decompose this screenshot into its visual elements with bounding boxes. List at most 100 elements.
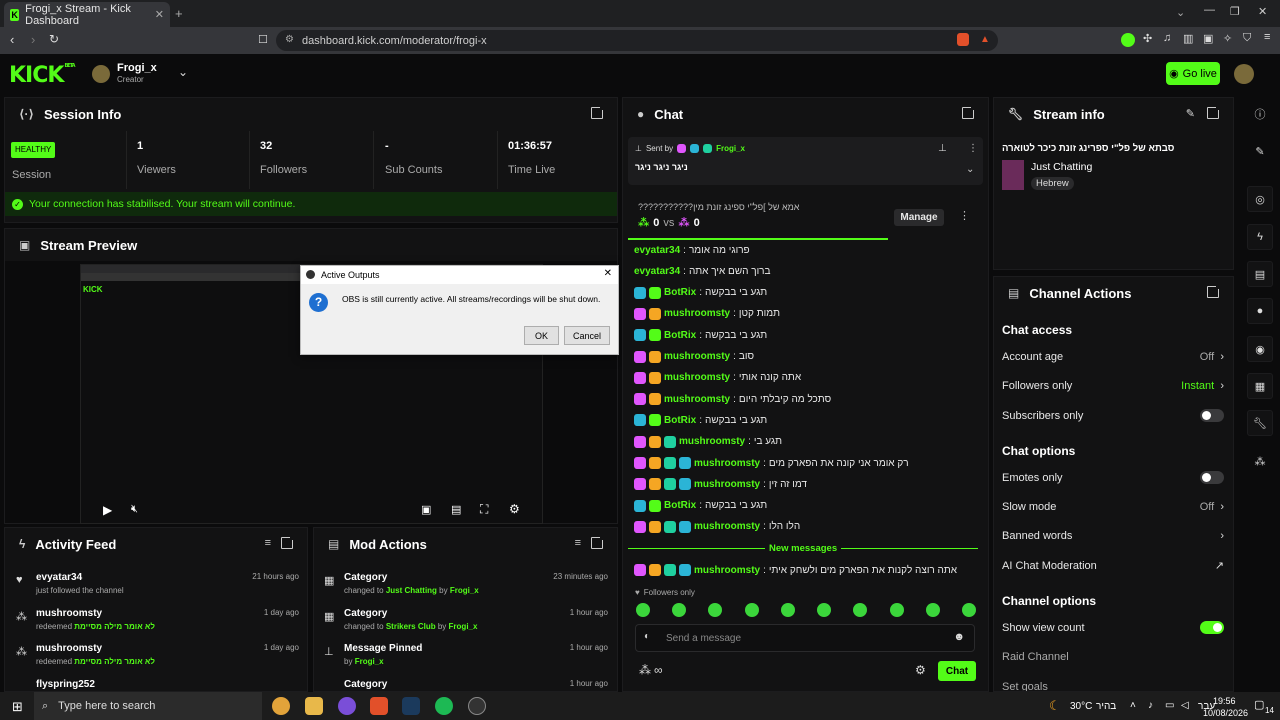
wrench-icon[interactable]: 🔧︎ xyxy=(1247,410,1273,436)
dialog-close-icon[interactable]: ✕ xyxy=(604,268,612,279)
fullscreen-icon[interactable]: ⛶ xyxy=(480,502,488,517)
new-tab-icon[interactable]: + xyxy=(175,6,183,21)
ok-button[interactable]: OK xyxy=(524,326,559,345)
send-chat-button[interactable]: Chat xyxy=(938,661,976,681)
kick-logo[interactable]: KICKBETA xyxy=(9,63,76,88)
info-icon[interactable]: ⓘ xyxy=(1247,101,1273,127)
popout-icon[interactable] xyxy=(591,535,605,549)
bookmark-icon[interactable]: ☐ xyxy=(258,33,268,46)
wallet-icon[interactable]: ▣ xyxy=(1203,32,1213,45)
chat-message[interactable]: mushroomsty: אתה רוצה לקנות את הפארק מים… xyxy=(634,561,957,579)
close-window-icon[interactable]: ✕ xyxy=(1258,5,1267,18)
menu-icon[interactable]: ≡ xyxy=(1264,31,1270,43)
obs-icon[interactable] xyxy=(468,697,486,715)
brave-shield-icon[interactable] xyxy=(957,33,969,46)
channel-switch-chevron-down-icon[interactable]: ⌄ xyxy=(178,65,188,79)
extensions-icon[interactable]: ✣ xyxy=(1143,32,1152,45)
more-icon[interactable]: ⋮ xyxy=(959,209,970,222)
browser-tab[interactable]: K Frogi_x Stream - Kick Dashboard ✕ xyxy=(4,2,170,27)
user-avatar[interactable] xyxy=(1234,64,1254,84)
channel-points[interactable]: ⁂ ∞ xyxy=(639,663,663,677)
back-icon[interactable]: ‹ xyxy=(10,32,14,47)
chat-settings-icon[interactable]: ⚙ xyxy=(915,663,926,677)
steam-icon[interactable] xyxy=(402,697,420,715)
emote-icon[interactable] xyxy=(925,603,940,617)
slow-mode-row[interactable]: Slow mode Off › xyxy=(1002,501,1224,513)
settings-gear-icon[interactable]: ⚙ xyxy=(509,502,520,516)
theater-icon[interactable]: ▤ xyxy=(451,503,461,516)
spotify-icon[interactable] xyxy=(435,697,453,715)
chat-username[interactable]: BotRix xyxy=(664,287,696,298)
maximize-icon[interactable]: ❐ xyxy=(1230,5,1240,18)
chat-username[interactable]: evyatar34 xyxy=(634,245,680,256)
chevron-down-icon[interactable]: ⌄ xyxy=(966,164,974,175)
chat-username[interactable]: BotRix xyxy=(664,500,696,511)
sidebar-icon[interactable]: ▥ xyxy=(1183,32,1193,45)
chat-message[interactable]: mushroomsty: סוב xyxy=(634,348,754,366)
layout-icon[interactable]: ▦ xyxy=(1247,373,1273,399)
chat-username[interactable]: mushroomsty xyxy=(664,308,730,319)
brave-rewards-icon[interactable]: ▲ xyxy=(980,34,990,45)
file-explorer-icon[interactable] xyxy=(305,697,323,715)
chat-message[interactable]: BotRix: תגע בי בבקשה xyxy=(634,284,767,302)
show-view-count-toggle[interactable] xyxy=(1200,621,1224,634)
popout-icon[interactable] xyxy=(281,535,295,549)
chat-message[interactable]: mushroomsty: דמו זה זין xyxy=(634,475,807,493)
cancel-button[interactable]: Cancel xyxy=(564,326,610,345)
notification-icon[interactable]: ▢ xyxy=(1254,698,1264,711)
volume-icon[interactable]: ◁ xyxy=(1181,700,1189,711)
chat-bubble-icon[interactable]: ● xyxy=(1247,298,1273,324)
points-icon[interactable]: ⁂ xyxy=(1247,448,1273,474)
emote-icon[interactable] xyxy=(744,603,759,617)
pinned-message[interactable]: ⊥ Sent by Frogi_x ניגר ניגר ניגר ⊥ ⋮ ⌄ xyxy=(628,137,983,185)
mic-icon[interactable]: ♪ xyxy=(1148,700,1153,711)
mute-icon[interactable]: 🔇︎ xyxy=(131,503,138,516)
chat-message[interactable]: mushroomsty: תגע בי xyxy=(634,433,782,451)
chat-message[interactable]: BotRix: תגע בי בבקשה xyxy=(634,497,767,515)
emotes-only-toggle[interactable] xyxy=(1200,471,1224,484)
vpn-icon[interactable]: ⛉ xyxy=(1243,32,1251,45)
windows-start-icon[interactable]: ⊞ xyxy=(12,699,23,715)
chat-message[interactable]: BotRix: תגע בי בבקשה xyxy=(634,326,767,344)
chat-username[interactable]: mushroomsty xyxy=(679,436,745,447)
edit-pencil-icon[interactable]: ✎ xyxy=(1186,107,1195,120)
chat-message[interactable]: evyatar34: ברוך השם איך אתה xyxy=(634,262,771,280)
unpin-icon[interactable]: ⊥ xyxy=(938,143,947,154)
kick-extension-icon[interactable] xyxy=(1121,33,1135,47)
chrome-icon[interactable] xyxy=(272,697,290,715)
emote-icon[interactable] xyxy=(817,603,832,617)
tab-search-icon[interactable]: ⌄ xyxy=(1176,6,1185,19)
chat-username[interactable]: mushroomsty xyxy=(694,521,760,532)
emote-icon[interactable] xyxy=(780,603,795,617)
chat-message[interactable]: mushroomsty: רק אומר אני קונה את הפארק מי… xyxy=(634,454,909,472)
emoji-icon[interactable]: ☻ xyxy=(953,631,965,643)
emote-icon[interactable] xyxy=(889,603,904,617)
taskbar-search[interactable]: ⌕ Type here to search xyxy=(34,692,262,720)
chat-username[interactable]: evyatar34 xyxy=(634,266,680,277)
chat-message[interactable]: mushroomsty: הלו הלו xyxy=(634,518,800,536)
chat-message[interactable]: mushroomsty: אתה קונה אותי xyxy=(634,369,801,387)
chat-username[interactable]: mushroomsty xyxy=(694,479,760,490)
chat-username[interactable]: mushroomsty xyxy=(664,351,730,362)
emote-icon[interactable] xyxy=(961,603,976,617)
site-info-icon[interactable]: ⚙ xyxy=(285,34,294,45)
chat-input[interactable]: ◐ Send a message ☻ xyxy=(635,624,975,652)
account-age-row[interactable]: Account age Off › xyxy=(1002,351,1224,363)
banned-words-row[interactable]: Banned words › xyxy=(1002,530,1224,542)
chat-username[interactable]: mushroomsty xyxy=(694,458,760,469)
raid-channel-row[interactable]: Raid Channel xyxy=(1002,651,1224,663)
popout-icon[interactable] xyxy=(591,105,605,119)
network-icon[interactable]: ▭ xyxy=(1165,700,1174,711)
chat-message[interactable]: mushroomsty: תמות קטן xyxy=(634,305,780,323)
chat-username[interactable]: mushroomsty xyxy=(664,372,730,383)
filter-icon[interactable]: ≡ xyxy=(575,537,581,549)
chat-message[interactable]: mushroomsty: סתכל מה קיבלתי היום xyxy=(634,390,831,408)
media-icon[interactable]: ♫ xyxy=(1163,32,1171,44)
chat-message[interactable]: BotRix: תגע בי בבקשה xyxy=(634,411,767,429)
clipboard-icon[interactable]: ▤ xyxy=(1247,261,1273,287)
play-icon[interactable]: ▶ xyxy=(103,503,112,517)
emote-icon[interactable] xyxy=(672,603,687,617)
popout-icon[interactable] xyxy=(962,105,976,119)
emote-icon[interactable] xyxy=(636,603,650,617)
forward-icon[interactable]: › xyxy=(31,32,35,47)
